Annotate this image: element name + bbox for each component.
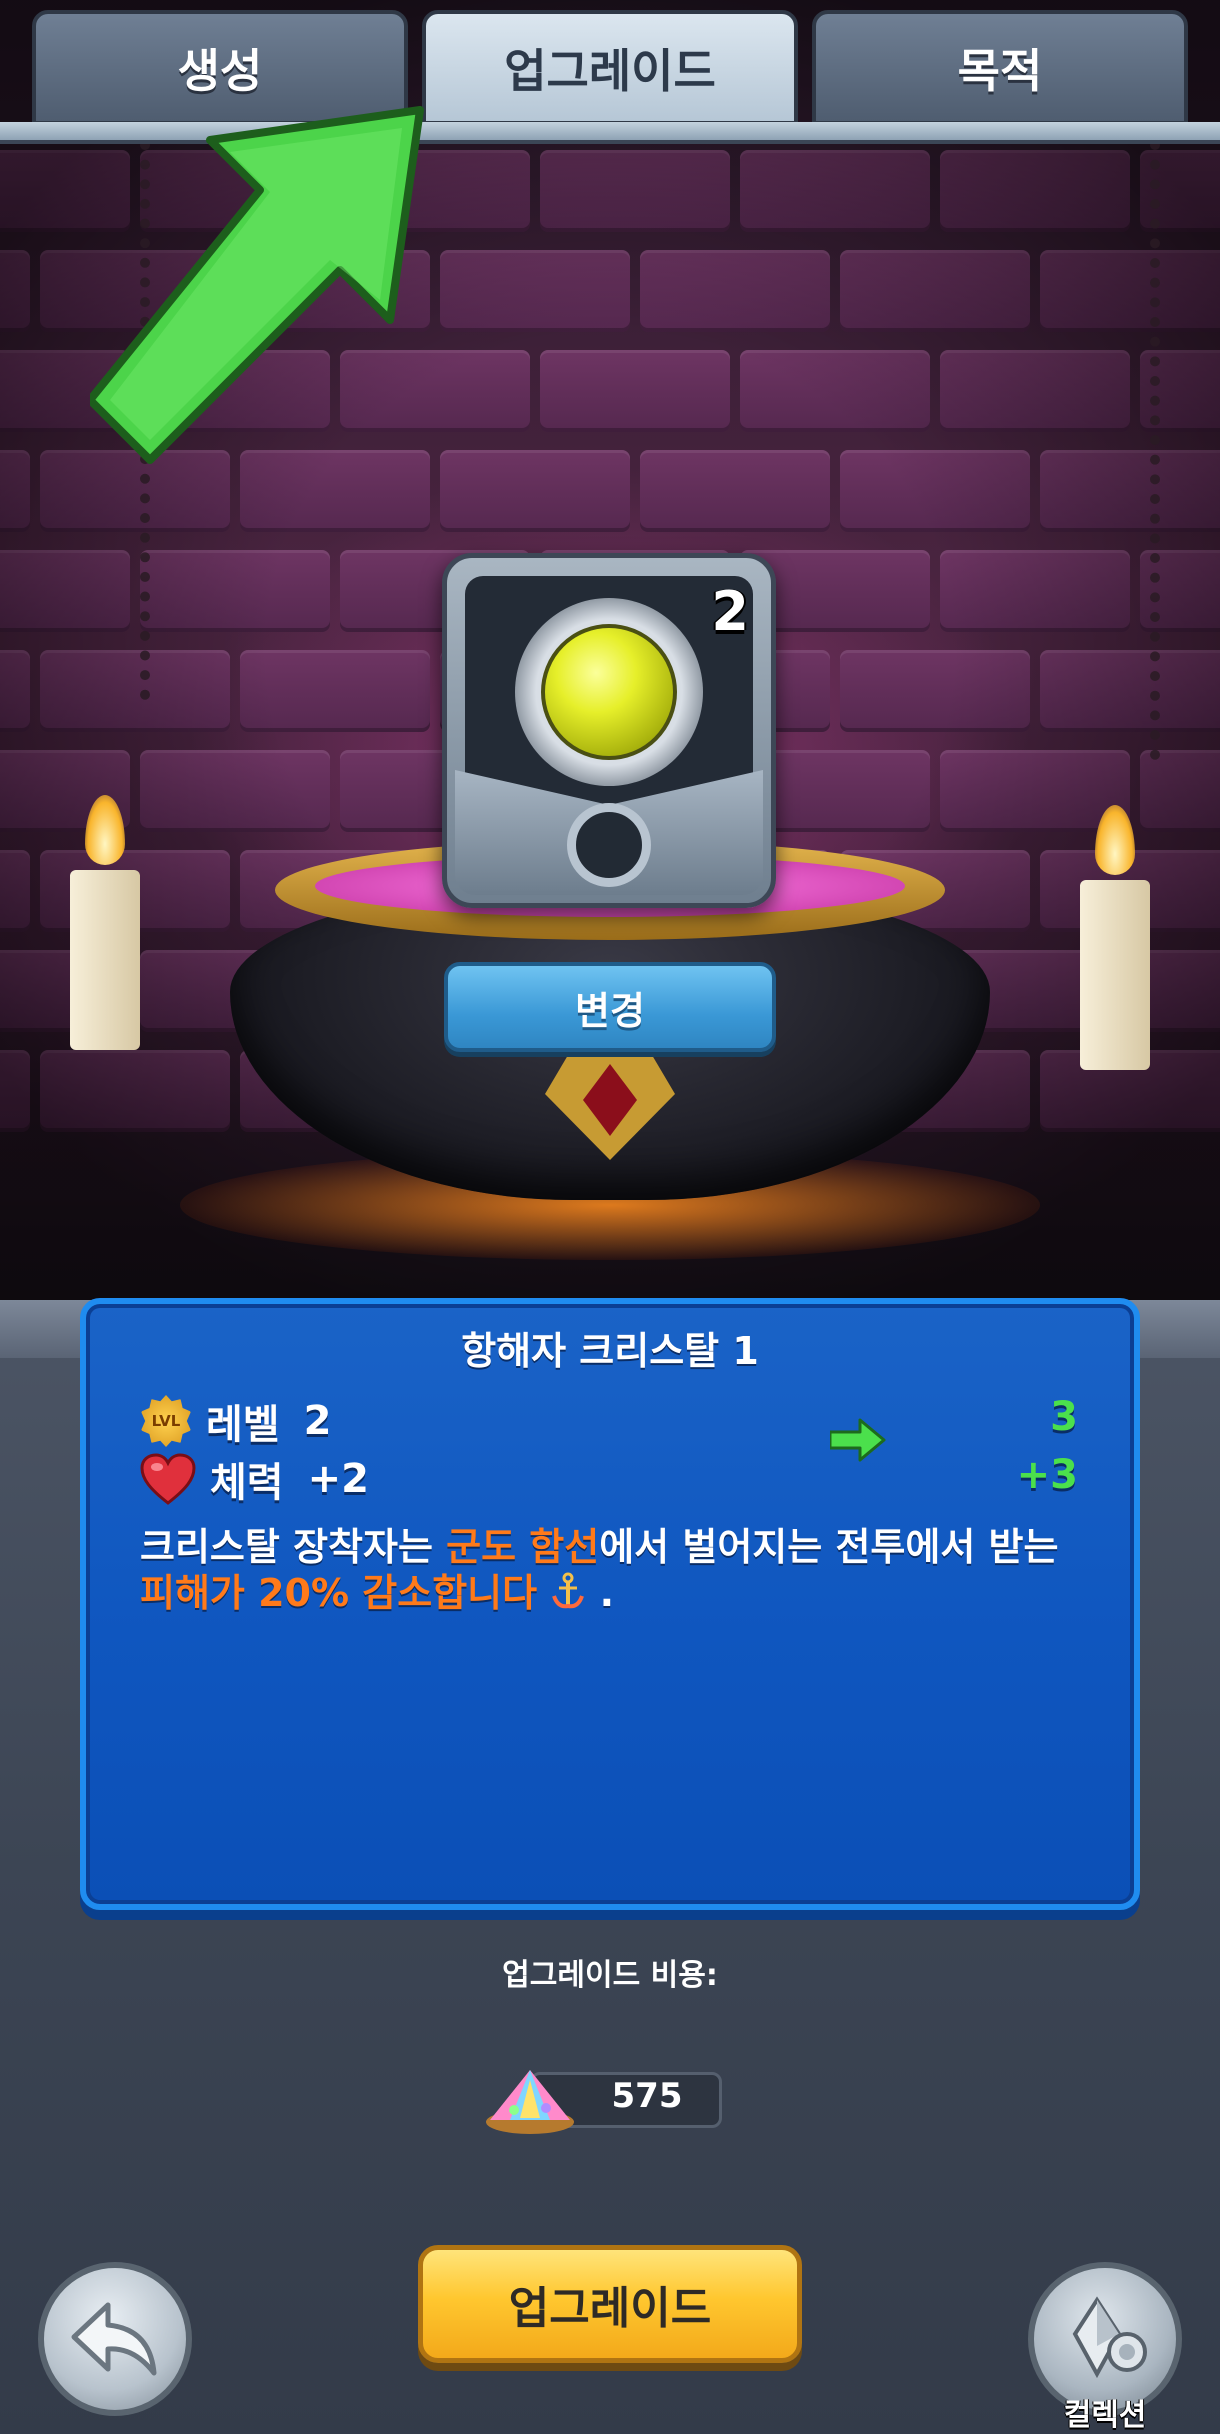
health-row: 체력 +2 <box>140 1450 369 1508</box>
back-button[interactable] <box>38 2262 192 2416</box>
anchor-icon <box>552 1572 585 1609</box>
crystal-slot-card[interactable]: 2 <box>442 553 776 908</box>
pointer-arrow-icon <box>90 106 424 464</box>
health-current: +2 <box>307 1456 369 1502</box>
tab-create-label: 생성 <box>177 43 263 98</box>
tab-purpose-label: 목적 <box>957 43 1043 98</box>
change-button-label: 변경 <box>575 988 645 1033</box>
crystal-count: 2 <box>711 580 749 643</box>
tab-purpose[interactable]: 목적 <box>812 10 1188 125</box>
crystal-info-panel: 항해자 크리스탈 1 LVL 레벨 2 3 체력 +2 +3 크리스탈 장착자는… <box>80 1298 1140 1910</box>
health-label: 체력 <box>210 1460 284 1506</box>
collection-label: 컬렉션 <box>1063 2398 1147 2433</box>
left-candle <box>70 870 140 1050</box>
tab-upgrade-label: 업그레이드 <box>504 43 716 98</box>
level-row: LVL 레벨 2 <box>140 1392 331 1450</box>
level-next: 3 <box>1050 1394 1078 1440</box>
upgrade-cost-label: 업그레이드 비용: <box>502 1958 718 1993</box>
increase-arrow-icon <box>830 1418 886 1462</box>
right-candle <box>1080 880 1150 1070</box>
crystal-dust-icon <box>486 2070 574 2134</box>
tab-upgrade[interactable]: 업그레이드 <box>422 10 798 125</box>
back-arrow-icon <box>71 2302 157 2376</box>
upgrade-button-label: 업그레이드 <box>508 2283 712 2334</box>
heart-icon <box>140 1453 196 1505</box>
highlight-location: 군도 함선 <box>446 1525 600 1569</box>
health-next: +3 <box>1016 1452 1078 1498</box>
crystal-description: 크리스탈 장착자는 군도 함선에서 벌어지는 전투에서 받는 피해가 20% 감… <box>140 1525 1059 1615</box>
highlight-effect: 피해가 20% 감소합니다 <box>140 1571 538 1615</box>
upgrade-cost-value: 575 <box>611 2076 683 2116</box>
level-current: 2 <box>303 1398 332 1444</box>
upgrade-button[interactable]: 업그레이드 <box>418 2245 802 2363</box>
crystal-name: 항해자 크리스탈 1 <box>461 1329 759 1373</box>
level-label: 레벨 <box>206 1402 280 1448</box>
empty-socket-icon <box>567 803 651 887</box>
yellow-crystal-icon <box>541 624 677 760</box>
change-button[interactable]: 변경 <box>444 962 776 1052</box>
lvl-badge-icon: LVL <box>141 1395 191 1447</box>
gem-collection-icon <box>1072 2296 1147 2379</box>
right-chain <box>1150 140 1184 760</box>
